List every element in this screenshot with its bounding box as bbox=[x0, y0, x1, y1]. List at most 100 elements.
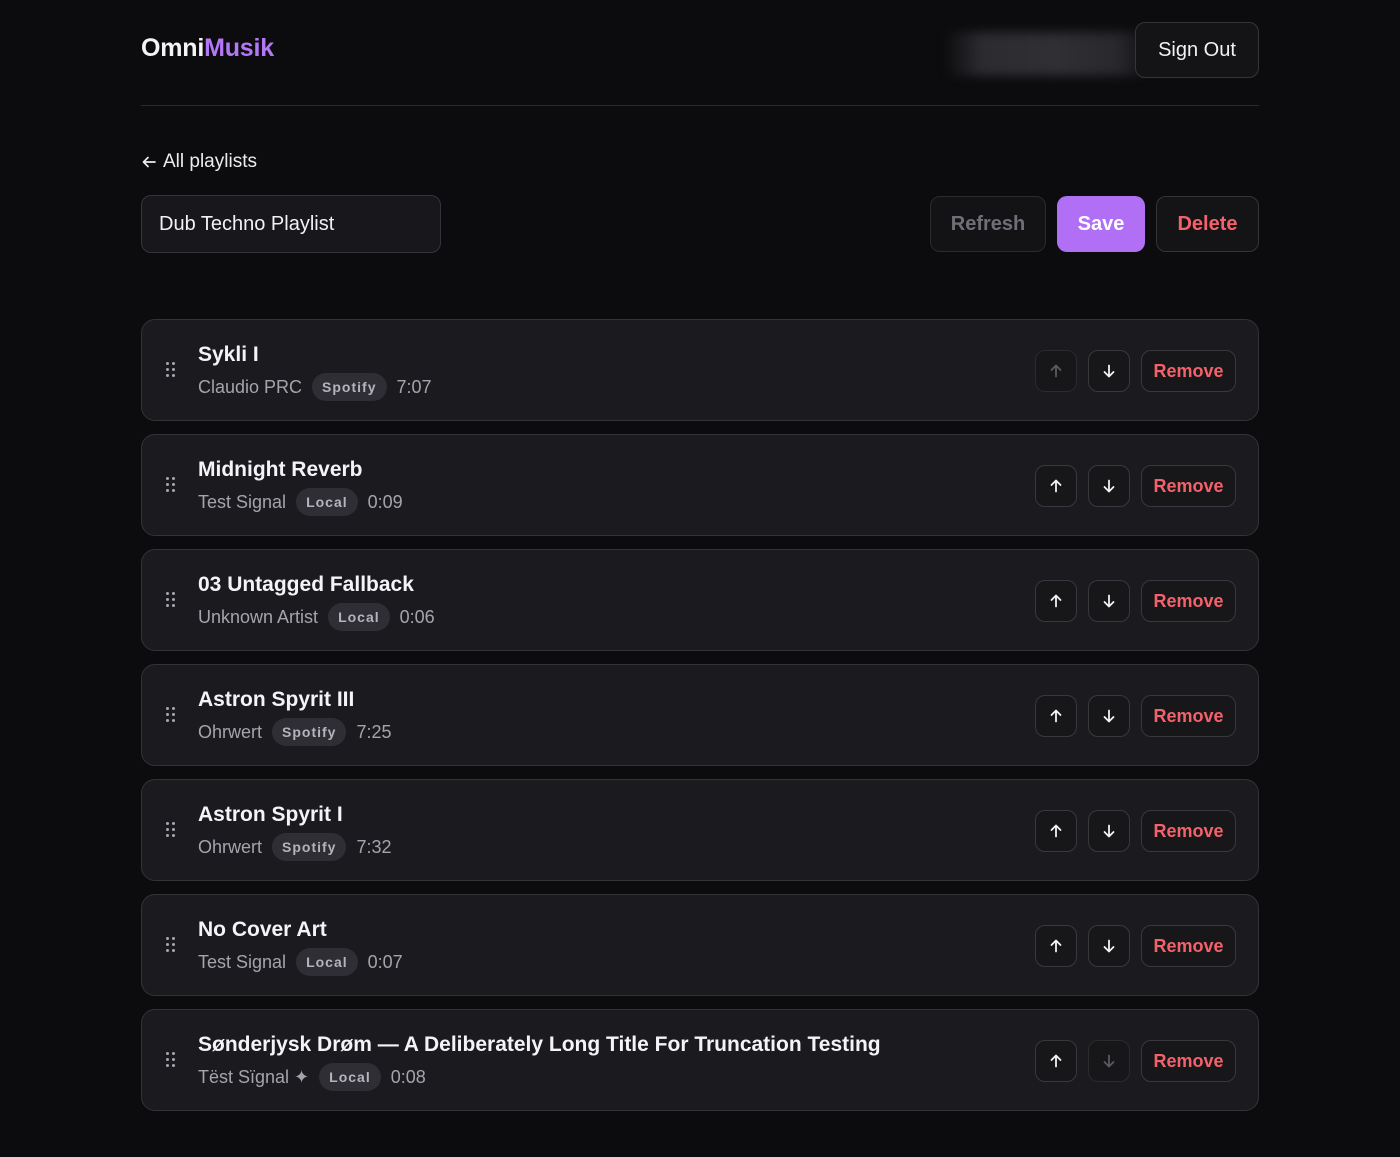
source-badge: Spotify bbox=[272, 718, 347, 746]
source-badge: Local bbox=[296, 488, 358, 516]
arrow-down-icon bbox=[1101, 708, 1117, 724]
move-down-button[interactable] bbox=[1088, 925, 1130, 967]
track-duration: 7:25 bbox=[356, 721, 392, 742]
arrow-down-icon bbox=[1101, 478, 1117, 494]
sign-out-button[interactable]: Sign Out bbox=[1135, 22, 1259, 78]
arrow-up-icon bbox=[1048, 708, 1064, 724]
track-row[interactable]: Sykli I Claudio PRC Spotify 7:07 Remove bbox=[141, 319, 1259, 421]
remove-track-button[interactable]: Remove bbox=[1141, 580, 1236, 622]
drag-handle-icon[interactable] bbox=[166, 592, 176, 608]
move-down-button bbox=[1088, 1040, 1130, 1082]
track-title: Astron Spyrit III bbox=[198, 688, 355, 711]
remove-track-button[interactable]: Remove bbox=[1141, 810, 1236, 852]
track-meta: Ohrwert Spotify 7:32 bbox=[198, 833, 392, 861]
remove-track-button[interactable]: Remove bbox=[1141, 1040, 1236, 1082]
track-controls: Remove bbox=[1035, 1040, 1236, 1082]
move-down-button[interactable] bbox=[1088, 465, 1130, 507]
arrow-up-icon bbox=[1048, 823, 1064, 839]
track-duration: 0:09 bbox=[367, 491, 403, 512]
header-divider bbox=[141, 105, 1259, 106]
move-up-button[interactable] bbox=[1035, 695, 1077, 737]
track-controls: Remove bbox=[1035, 695, 1236, 737]
arrow-left-icon bbox=[142, 156, 156, 168]
track-artist: Claudio PRC bbox=[198, 376, 303, 397]
track-row[interactable]: Astron Spyrit III Ohrwert Spotify 7:25 Remov… bbox=[141, 664, 1259, 766]
track-title: No Cover Art bbox=[198, 918, 327, 941]
track-artist: Test Signal bbox=[198, 491, 287, 512]
move-down-button[interactable] bbox=[1088, 350, 1130, 392]
move-up-button[interactable] bbox=[1035, 580, 1077, 622]
track-row[interactable]: Astron Spyrit I Ohrwert Spotify 7:32 Remove bbox=[141, 779, 1259, 881]
track-row[interactable]: 03 Untagged Fallback Unknown Artist Local 0… bbox=[141, 549, 1259, 651]
track-title: 03 Untagged Fallback bbox=[198, 573, 414, 596]
logo-part-musik: Musik bbox=[204, 34, 274, 62]
track-duration: 7:32 bbox=[356, 836, 392, 857]
playlist-editor-page: OmniMusik Sign Out All playlists Refresh… bbox=[0, 0, 1400, 1157]
track-duration: 0:08 bbox=[390, 1066, 426, 1087]
back-link-label: All playlists bbox=[163, 151, 257, 172]
arrow-up-icon bbox=[1048, 593, 1064, 609]
move-down-button[interactable] bbox=[1088, 580, 1130, 622]
remove-track-button[interactable]: Remove bbox=[1141, 695, 1236, 737]
drag-handle-icon[interactable] bbox=[166, 1052, 176, 1068]
source-badge: Local bbox=[319, 1063, 381, 1091]
track-controls: Remove bbox=[1035, 810, 1236, 852]
track-row[interactable]: No Cover Art Test Signal Local 0:07 Remove bbox=[141, 894, 1259, 996]
track-controls: Remove bbox=[1035, 580, 1236, 622]
track-artist: Ohrwert bbox=[198, 836, 263, 857]
drag-handle-icon[interactable] bbox=[166, 937, 176, 953]
arrow-up-icon bbox=[1048, 938, 1064, 954]
move-up-button[interactable] bbox=[1035, 810, 1077, 852]
track-title: Sønderjysk Drøm — A Deliberately Long Ti… bbox=[198, 1033, 881, 1056]
move-down-button[interactable] bbox=[1088, 810, 1130, 852]
track-controls: Remove bbox=[1035, 350, 1236, 392]
track-meta: Test Signal Local 0:07 bbox=[198, 948, 403, 976]
remove-track-button[interactable]: Remove bbox=[1141, 925, 1236, 967]
track-list: Sykli I Claudio PRC Spotify 7:07 Remove Midni… bbox=[141, 319, 1259, 1124]
track-artist: Tëst Sïgnal ✦ bbox=[198, 1066, 310, 1087]
track-row[interactable]: Midnight Reverb Test Signal Local 0:09 Remov… bbox=[141, 434, 1259, 536]
track-duration: 0:06 bbox=[399, 606, 435, 627]
track-meta: Ohrwert Spotify 7:25 bbox=[198, 718, 392, 746]
drag-handle-icon[interactable] bbox=[166, 822, 176, 838]
back-to-playlists-link[interactable]: All playlists bbox=[141, 149, 257, 175]
move-up-button[interactable] bbox=[1035, 465, 1077, 507]
track-row[interactable]: Sønderjysk Drøm — A Deliberately Long Ti… bbox=[141, 1009, 1259, 1111]
track-meta: Claudio PRC Spotify 7:07 bbox=[198, 373, 432, 401]
logo-part-omni: Omni bbox=[141, 34, 205, 62]
arrow-down-icon bbox=[1101, 363, 1117, 379]
track-duration: 7:07 bbox=[396, 376, 432, 397]
track-artist: Ohrwert bbox=[198, 721, 263, 742]
source-badge: Spotify bbox=[272, 833, 347, 861]
arrow-up-icon bbox=[1048, 1053, 1064, 1069]
delete-button[interactable]: Delete bbox=[1156, 196, 1259, 252]
track-artist: Unknown Artist bbox=[198, 606, 319, 627]
drag-handle-icon[interactable] bbox=[166, 362, 176, 378]
track-title: Sykli I bbox=[198, 343, 259, 366]
arrow-up-icon bbox=[1048, 363, 1064, 379]
remove-track-button[interactable]: Remove bbox=[1141, 350, 1236, 392]
track-controls: Remove bbox=[1035, 465, 1236, 507]
track-artist: Test Signal bbox=[198, 951, 287, 972]
drag-handle-icon[interactable] bbox=[166, 707, 176, 723]
move-up-button bbox=[1035, 350, 1077, 392]
move-up-button[interactable] bbox=[1035, 925, 1077, 967]
redacted-user-email bbox=[944, 32, 1148, 76]
track-meta: Unknown Artist Local 0:06 bbox=[198, 603, 435, 631]
move-up-button[interactable] bbox=[1035, 1040, 1077, 1082]
refresh-button[interactable]: Refresh bbox=[930, 196, 1046, 252]
playlist-name-input[interactable] bbox=[141, 195, 441, 253]
source-badge: Local bbox=[328, 603, 390, 631]
track-duration: 0:07 bbox=[367, 951, 403, 972]
remove-track-button[interactable]: Remove bbox=[1141, 465, 1236, 507]
track-meta: Tëst Sïgnal ✦ Local 0:08 bbox=[198, 1063, 426, 1091]
source-badge: Local bbox=[296, 948, 358, 976]
arrow-down-icon bbox=[1101, 938, 1117, 954]
save-button[interactable]: Save bbox=[1057, 196, 1145, 252]
move-down-button[interactable] bbox=[1088, 695, 1130, 737]
drag-handle-icon[interactable] bbox=[166, 477, 176, 493]
app-logo[interactable]: OmniMusik bbox=[141, 34, 274, 63]
track-title: Astron Spyrit I bbox=[198, 803, 343, 826]
arrow-up-icon bbox=[1048, 478, 1064, 494]
track-meta: Test Signal Local 0:09 bbox=[198, 488, 403, 516]
